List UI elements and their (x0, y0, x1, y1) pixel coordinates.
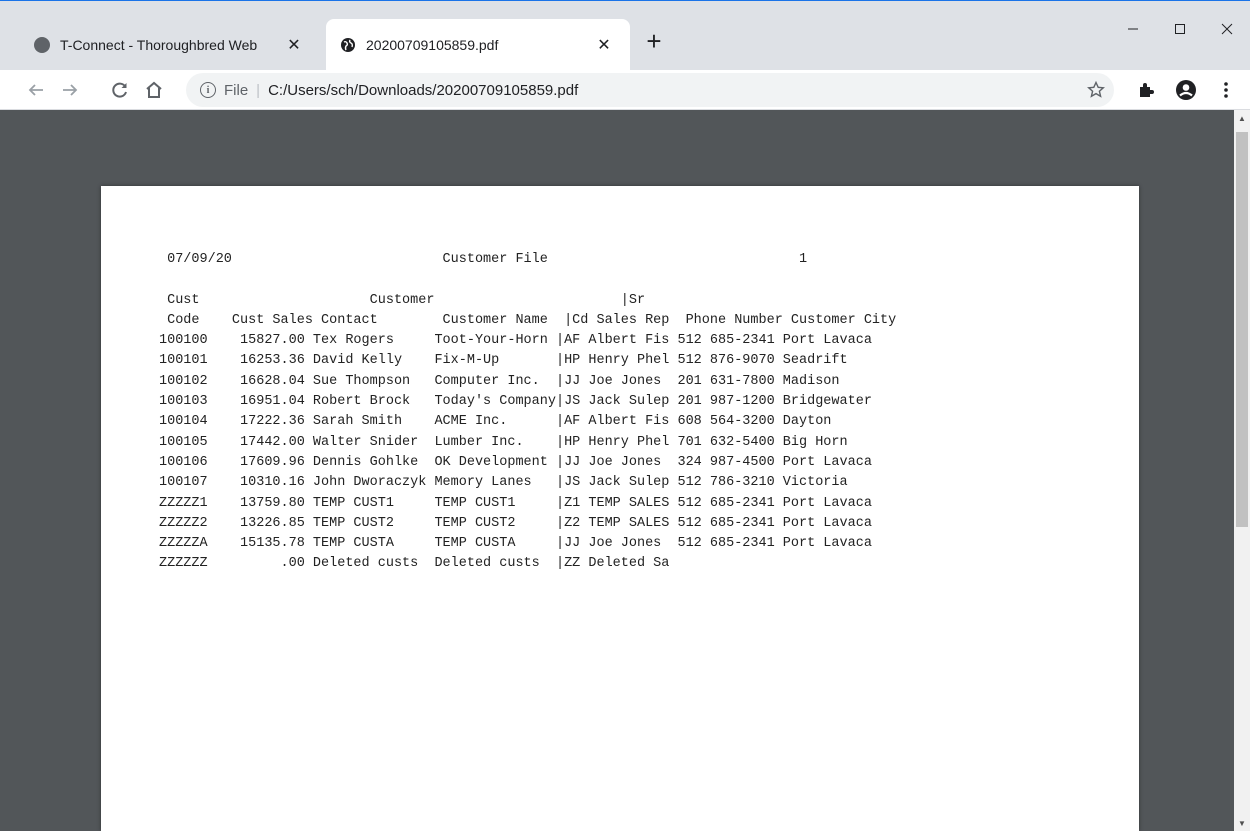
scheme-label: File (224, 81, 249, 99)
table-row: 100100 15827.00 Tex Rogers Toot-Your-Hor… (159, 333, 872, 349)
globe-icon (34, 37, 50, 53)
maximize-icon (1175, 24, 1185, 34)
report-title-line: 07/09/20 Customer File 1 (159, 252, 808, 267)
table-row: ZZZZZZ .00 Deleted custs Deleted custs |… (159, 556, 670, 572)
table-row: ZZZZZA 15135.78 TEMP CUSTA TEMP CUSTA |J… (159, 536, 872, 552)
reload-icon[interactable] (106, 76, 134, 104)
maximize-button[interactable] (1157, 9, 1203, 49)
table-row: ZZZZZ2 13226.85 TEMP CUST2 TEMP CUST2 |Z… (159, 515, 872, 531)
globe-icon (340, 37, 356, 53)
address-bar[interactable]: i File | C:/Users/sch/Downloads/20200709… (186, 73, 1114, 107)
scrollbar[interactable]: ▲ ▼ (1234, 110, 1250, 831)
minimize-button[interactable] (1110, 9, 1156, 49)
scroll-up-icon[interactable]: ▲ (1234, 110, 1250, 126)
table-row: 100104 17222.36 Sarah Smith ACME Inc. |A… (159, 414, 832, 430)
close-icon (1221, 23, 1233, 35)
url-text[interactable]: C:/Users/sch/Downloads/20200709105859.pd… (268, 82, 578, 99)
tab-strip: T-Connect - Thoroughbred Web ✕ 202007091… (0, 0, 1250, 71)
tab-t-connect[interactable]: T-Connect - Thoroughbred Web ✕ (20, 19, 320, 71)
close-icon[interactable]: ✕ (594, 35, 614, 55)
star-icon[interactable] (1082, 76, 1110, 104)
pdf-page: 07/09/20 Customer File 1 Cust Customer |… (101, 186, 1139, 831)
window-close-button[interactable] (1204, 9, 1250, 49)
forward-icon[interactable] (56, 76, 84, 104)
header-line-1: Cust Customer |Sr (159, 292, 646, 308)
menu-icon[interactable] (1212, 76, 1240, 104)
table-row: 100106 17609.96 Dennis Gohlke OK Develop… (159, 454, 872, 470)
close-icon[interactable]: ✕ (284, 35, 304, 55)
minimize-icon (1128, 28, 1138, 30)
profile-icon[interactable] (1172, 76, 1200, 104)
scroll-thumb[interactable] (1236, 132, 1248, 527)
pdf-viewer: 07/09/20 Customer File 1 Cust Customer |… (0, 110, 1250, 831)
table-row: 100107 10310.16 John Dworaczyk Memory La… (159, 475, 848, 491)
table-row: 100101 16253.36 David Kelly Fix-M-Up |HP… (159, 353, 848, 369)
back-icon[interactable] (22, 76, 50, 104)
info-icon[interactable]: i (200, 82, 216, 98)
tab-pdf[interactable]: 20200709105859.pdf ✕ (326, 19, 630, 71)
new-tab-button[interactable]: + (640, 26, 668, 56)
table-row: ZZZZZ1 13759.80 TEMP CUST1 TEMP CUST1 |Z… (159, 495, 872, 511)
table-row: 100105 17442.00 Walter Snider Lumber Inc… (159, 434, 848, 450)
table-row: 100102 16628.04 Sue Thompson Computer In… (159, 373, 840, 389)
tab-title: 20200709105859.pdf (366, 37, 499, 53)
separator: | (256, 81, 261, 99)
table-row: 100103 16951.04 Robert Brock Today's Com… (159, 394, 872, 410)
tab-title: T-Connect - Thoroughbred Web (60, 37, 258, 53)
browser-toolbar: i File | C:/Users/sch/Downloads/20200709… (0, 70, 1250, 110)
customer-report: 07/09/20 Customer File 1 Cust Customer |… (159, 250, 896, 575)
home-icon[interactable] (140, 76, 168, 104)
extensions-icon[interactable] (1132, 76, 1160, 104)
header-line-2: Code Cust Sales Contact Customer Name |C… (159, 312, 897, 328)
scroll-down-icon[interactable]: ▼ (1234, 815, 1250, 831)
